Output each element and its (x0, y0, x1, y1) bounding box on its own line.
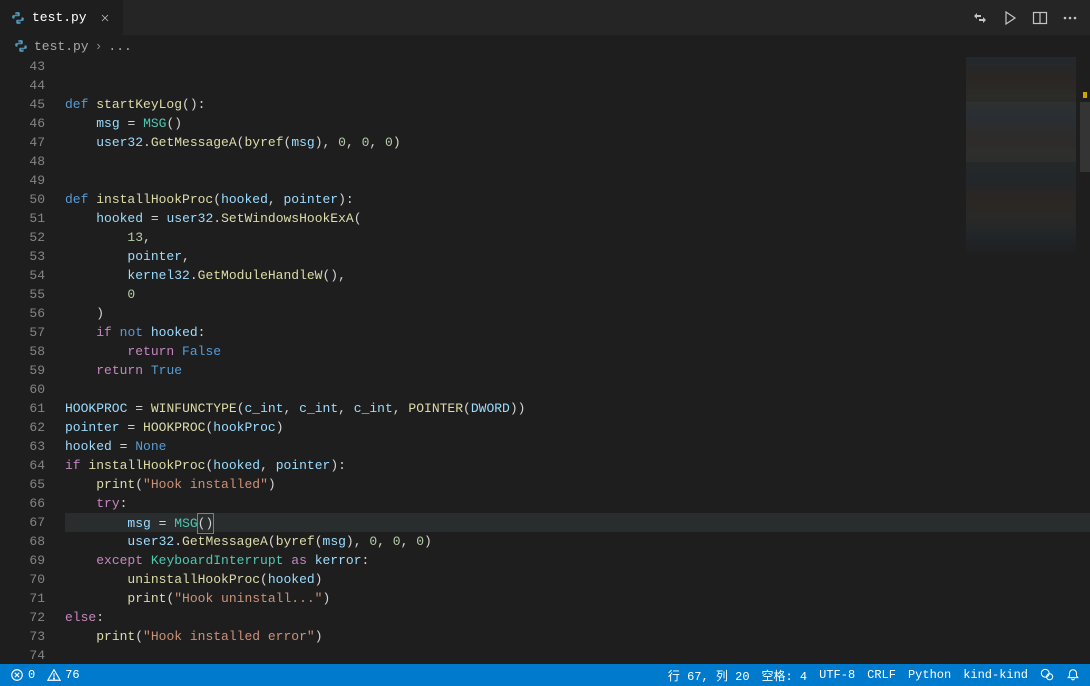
line-number: 47 (0, 133, 45, 152)
line-number: 73 (0, 627, 45, 646)
line-number: 53 (0, 247, 45, 266)
status-indentation[interactable]: 空格: 4 (762, 667, 808, 684)
line-number: 43 (0, 57, 45, 76)
status-language[interactable]: Python (908, 668, 951, 682)
line-number: 54 (0, 266, 45, 285)
code-line[interactable]: except KeyboardInterrupt as kerror: (65, 551, 1090, 570)
split-editor-icon[interactable] (1032, 10, 1048, 26)
python-file-icon (14, 39, 28, 53)
code-line[interactable]: if installHookProc(hooked, pointer): (65, 456, 1090, 475)
feedback-icon[interactable] (1040, 668, 1054, 682)
breadcrumb-file: test.py (34, 39, 89, 54)
line-number: 56 (0, 304, 45, 323)
line-number: 64 (0, 456, 45, 475)
line-number: 52 (0, 228, 45, 247)
line-number: 74 (0, 646, 45, 665)
line-number: 57 (0, 323, 45, 342)
code-line[interactable]: def installHookProc(hooked, pointer): (65, 190, 1090, 209)
line-number: 58 (0, 342, 45, 361)
code-line[interactable]: 13, (65, 228, 1090, 247)
code-line[interactable]: HOOKPROC = WINFUNCTYPE(c_int, c_int, c_i… (65, 399, 1090, 418)
code-line[interactable]: else: (65, 608, 1090, 627)
chevron-right-icon: › (95, 39, 103, 54)
code-line[interactable]: return False (65, 342, 1090, 361)
editor-actions (972, 10, 1090, 26)
code-line[interactable]: user32.GetMessageA(byref(msg), 0, 0, 0) (65, 532, 1090, 551)
code-line[interactable]: print("Hook installed error") (65, 627, 1090, 646)
line-number: 71 (0, 589, 45, 608)
code-line[interactable]: pointer = HOOKPROC(hookProc) (65, 418, 1090, 437)
code-line[interactable] (65, 76, 1090, 95)
code-line[interactable]: uninstallHookProc(hooked) (65, 570, 1090, 589)
line-number: 62 (0, 418, 45, 437)
line-number: 66 (0, 494, 45, 513)
line-number: 49 (0, 171, 45, 190)
line-number: 67 (0, 513, 45, 532)
status-warnings[interactable]: 76 (47, 668, 79, 682)
line-number: 63 (0, 437, 45, 456)
line-number: 61 (0, 399, 45, 418)
code-line[interactable]: return True (65, 361, 1090, 380)
line-number: 44 (0, 76, 45, 95)
code-line[interactable]: try: (65, 494, 1090, 513)
run-icon[interactable] (1002, 10, 1018, 26)
code-line[interactable] (65, 171, 1090, 190)
code-line[interactable]: print("Hook uninstall...") (65, 589, 1090, 608)
status-errors[interactable]: 0 (10, 668, 35, 682)
line-number: 50 (0, 190, 45, 209)
line-number: 48 (0, 152, 45, 171)
line-number: 46 (0, 114, 45, 133)
line-number: 60 (0, 380, 45, 399)
code-line[interactable] (65, 380, 1090, 399)
status-encoding[interactable]: UTF-8 (819, 668, 855, 682)
code-line[interactable]: hooked = user32.SetWindowsHookExA( (65, 209, 1090, 228)
line-number: 59 (0, 361, 45, 380)
code-line[interactable]: ) (65, 304, 1090, 323)
notifications-icon[interactable] (1066, 668, 1080, 682)
warning-count: 76 (65, 668, 79, 682)
status-context[interactable]: kind-kind (963, 668, 1028, 682)
tab-close-button[interactable] (97, 10, 113, 26)
statusbar: 0 76 行 67, 列 20 空格: 4 UTF-8 CRLF Python … (0, 664, 1090, 686)
line-number: 69 (0, 551, 45, 570)
line-number: 72 (0, 608, 45, 627)
code-line[interactable] (65, 57, 1090, 76)
tab-filename: test.py (32, 10, 87, 25)
code-line[interactable]: msg = MSG() (65, 513, 1090, 532)
line-number: 68 (0, 532, 45, 551)
line-number: 45 (0, 95, 45, 114)
code-line[interactable]: kernel32.GetModuleHandleW(), (65, 266, 1090, 285)
breadcrumb-more: ... (108, 39, 131, 54)
code-line[interactable]: print("Hook installed") (65, 475, 1090, 494)
vertical-scrollbar[interactable] (1076, 57, 1090, 664)
code-line[interactable]: pointer, (65, 247, 1090, 266)
status-cursor-position[interactable]: 行 67, 列 20 (668, 667, 750, 684)
line-number-gutter: 4344454647484950515253545556575859606162… (0, 57, 65, 664)
line-number: 55 (0, 285, 45, 304)
code-line[interactable]: hooked = None (65, 437, 1090, 456)
code-content[interactable]: def startKeyLog(): msg = MSG() user32.Ge… (65, 57, 1090, 664)
breadcrumb[interactable]: test.py › ... (0, 35, 1090, 57)
line-number: 65 (0, 475, 45, 494)
code-line[interactable]: def startKeyLog(): (65, 95, 1090, 114)
tab-bar: test.py (0, 0, 1090, 35)
python-file-icon (10, 10, 26, 26)
code-line[interactable]: if not hooked: (65, 323, 1090, 342)
scrollbar-thumb[interactable] (1080, 102, 1090, 172)
code-line[interactable]: user32.GetMessageA(byref(msg), 0, 0, 0) (65, 133, 1090, 152)
line-number: 51 (0, 209, 45, 228)
code-line[interactable]: msg = MSG() (65, 114, 1090, 133)
compare-icon[interactable] (972, 10, 988, 26)
line-number: 70 (0, 570, 45, 589)
error-count: 0 (28, 668, 35, 682)
code-line[interactable] (65, 646, 1090, 665)
more-actions-icon[interactable] (1062, 10, 1078, 26)
tab-test-py[interactable]: test.py (0, 0, 123, 35)
tabs-container: test.py (0, 0, 123, 35)
code-line[interactable]: 0 (65, 285, 1090, 304)
code-line[interactable] (65, 152, 1090, 171)
editor-area[interactable]: 4344454647484950515253545556575859606162… (0, 57, 1090, 664)
status-eol[interactable]: CRLF (867, 668, 896, 682)
